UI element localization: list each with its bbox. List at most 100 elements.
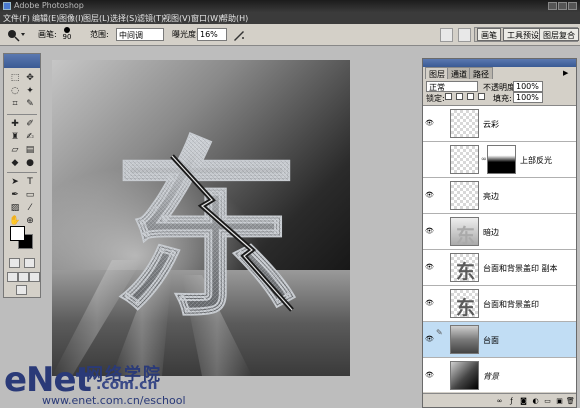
lock-image-icon[interactable] [456,93,463,100]
layer-name: 台面 [483,336,499,345]
panel-menu-arrow-icon[interactable]: ▶ [563,69,573,77]
menu-help[interactable]: 帮助(H) [220,13,248,24]
layer-row[interactable]: ∞ 上部反光 [423,142,576,178]
layer-thumbnail: 东 [450,217,479,247]
layer-style-icon[interactable]: ƒ [507,397,516,405]
eye-icon[interactable]: 👁 [425,335,434,343]
blend-mode-select[interactable]: 正常 [426,81,478,92]
toolbox-header [4,54,40,68]
history-brush-icon[interactable]: ✍ [23,131,37,143]
range-label: 范围: [90,30,109,39]
screen-mode-full-button[interactable] [29,272,40,282]
adjustment-layer-icon[interactable]: ◐ [531,397,540,405]
jump-to-imageready-button[interactable] [16,285,27,295]
well-tab-brushes[interactable]: 画笔 [477,28,501,41]
blur-tool-icon[interactable]: ◆ [8,157,22,169]
add-mask-icon[interactable]: ◙ [519,397,528,405]
new-layer-icon[interactable]: ▣ [555,397,564,405]
brush-picker[interactable]: 90 [60,26,74,44]
tab-layers[interactable]: 图层 [425,67,449,79]
tab-paths[interactable]: 路径 [469,67,493,79]
lock-transparency-icon[interactable] [445,93,452,100]
file-browser-toggle[interactable] [440,28,453,42]
close-button[interactable] [568,2,577,10]
marquee-tool-icon[interactable]: ⬚ [8,72,22,84]
move-tool-icon[interactable]: ✥ [23,72,37,84]
minimize-button[interactable] [548,2,557,10]
menu-window[interactable]: 窗口(W) [191,13,221,24]
layer-row[interactable]: 👁 东 暗边 [423,214,576,250]
dodge-tool-icon[interactable]: ● [23,157,37,169]
screen-mode-standard-button[interactable] [7,272,18,282]
fill-field[interactable]: 100% [513,92,543,103]
lock-position-icon[interactable] [467,93,474,100]
new-group-icon[interactable]: ▭ [543,397,552,405]
notes-tool-icon[interactable]: ▨ [8,202,22,214]
well-tab-layer-comps[interactable]: 图层复合 [539,28,579,41]
eye-icon[interactable]: 👁 [425,263,434,271]
pen-tool-icon[interactable]: ✒ [8,189,22,201]
layer-row[interactable]: 👁 亮边 [423,178,576,214]
layer-row[interactable]: 👁 云彩 [423,106,576,142]
menu-filter[interactable]: 滤镜(T) [137,13,164,24]
dodge-tool-preset-icon[interactable] [6,28,26,42]
magic-wand-icon[interactable]: ✦ [23,85,37,97]
menu-layer[interactable]: 图层(L) [83,13,110,24]
lock-all-icon[interactable] [478,93,485,100]
menu-select[interactable]: 选择(S) [110,13,137,24]
glyph-mesh-overlay: 东 [112,120,302,343]
eyedropper-icon[interactable]: ⁄ [23,202,37,214]
quick-mask-button[interactable] [24,258,35,268]
options-bar: 画笔: 90 范围: 中间调 曝光度: 16% 画笔 工具预设 图层复合 [0,24,580,46]
layer-thumbnail: 东 [450,289,479,319]
layer-thumbnail [450,181,479,210]
eye-icon[interactable]: 👁 [425,227,434,235]
layer-row[interactable]: 👁 背景 [423,358,576,394]
toolbox: ⬚ ✥ ◌ ✦ ⌗ ✎ ✚ ✐ ♜ ✍ ▱ ▤ ◆ ● ➤ T ✒ ▭ ▨ ⁄ … [3,53,41,298]
thumbnail-glyph: 东 [456,225,476,247]
enet-domain: .com.cn [96,377,158,393]
thumbnail-glyph: 东 [456,297,476,319]
zoom-tool-icon[interactable]: ⊕ [23,215,37,227]
range-select[interactable]: 中间调 [116,28,164,41]
slice-tool-icon[interactable]: ✎ [23,98,37,110]
screen-mode-menubar-button[interactable] [18,272,29,282]
clone-stamp-icon[interactable]: ♜ [8,131,22,143]
panel-toggle[interactable] [458,28,471,42]
airbrush-icon[interactable] [232,28,246,42]
eye-icon[interactable]: 👁 [425,119,434,127]
menu-edit[interactable]: 编辑(E) [32,13,59,24]
menu-view[interactable]: 视图(V) [163,13,191,24]
maximize-button[interactable] [558,2,567,10]
layer-row[interactable]: 👁 东 台面和背景盖印 [423,286,576,322]
gradient-tool-icon[interactable]: ▤ [23,144,37,156]
lasso-tool-icon[interactable]: ◌ [8,85,22,97]
eye-icon[interactable]: 👁 [425,371,434,379]
tab-channels[interactable]: 通道 [447,67,471,79]
crop-tool-icon[interactable]: ⌗ [8,98,22,110]
link-layers-icon[interactable]: ∞ [495,397,504,405]
layer-row-selected[interactable]: 👁 ✎ 台面 [423,322,576,358]
fill-label: 填充: [493,94,512,103]
eye-icon[interactable]: 👁 [425,299,434,307]
layer-mask-thumbnail[interactable] [487,145,516,174]
document-canvas[interactable]: 东 东 [52,60,350,376]
foreground-color-swatch[interactable] [10,226,25,241]
panel-footer: ∞ ƒ ◙ ◐ ▭ ▣ 🗑 [423,393,576,407]
standard-mode-button[interactable] [9,258,20,268]
opacity-field[interactable]: 100% [513,81,543,92]
window-title: Adobe Photoshop [14,1,84,10]
menu-image[interactable]: 图像(I) [59,13,84,24]
well-tab-tool-presets[interactable]: 工具预设 [503,28,543,41]
trash-icon[interactable]: 🗑 [566,397,575,405]
eraser-tool-icon[interactable]: ▱ [8,144,22,156]
path-selection-icon[interactable]: ➤ [8,176,22,188]
menu-file[interactable]: 文件(F) [3,13,30,24]
eye-icon[interactable]: 👁 [425,191,434,199]
layer-row[interactable]: 👁 东 台面和背景盖印 副本 [423,250,576,286]
exposure-field[interactable]: 16% [197,28,227,41]
shape-tool-icon[interactable]: ▭ [23,189,37,201]
healing-brush-icon[interactable]: ✚ [8,118,22,130]
type-tool-icon[interactable]: T [23,176,37,188]
brush-tool-icon[interactable]: ✐ [23,118,37,130]
